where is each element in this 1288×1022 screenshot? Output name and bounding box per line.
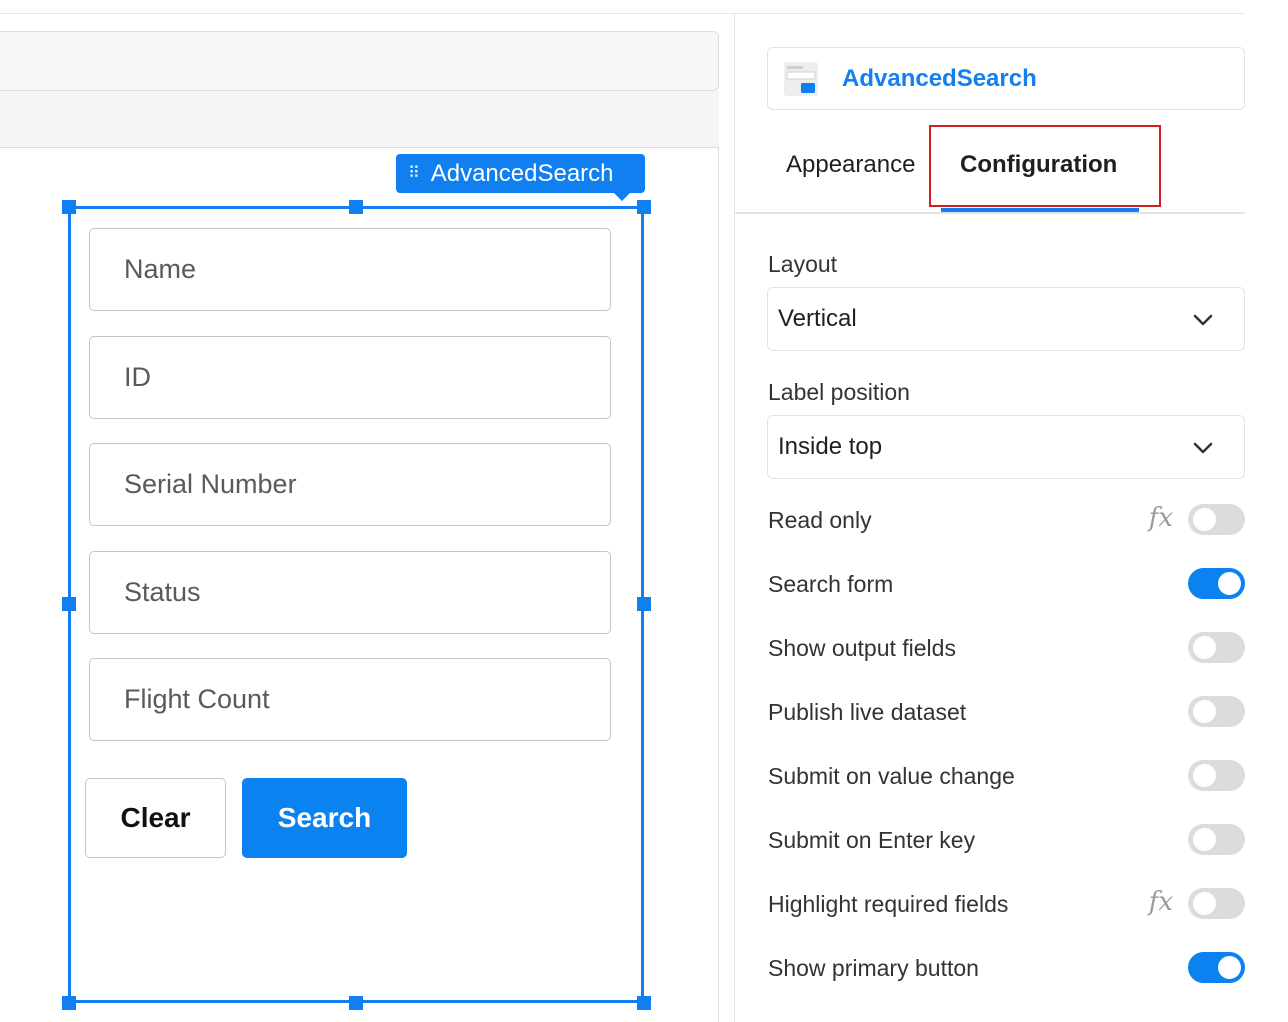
- option-highlight-required-fields: Highlight required fields fx: [768, 886, 1245, 922]
- label-position-select-value: Inside top: [778, 433, 883, 460]
- option-label: Show primary button: [768, 954, 979, 981]
- canvas-header-band: [0, 91, 719, 148]
- fx-formula-icon[interactable]: fx: [1149, 503, 1173, 533]
- resize-handle-left[interactable]: [62, 597, 76, 611]
- chevron-down-icon: [1193, 442, 1213, 454]
- option-publish-live-dataset: Publish live dataset: [768, 694, 1245, 730]
- option-label: Publish live dataset: [768, 698, 967, 725]
- status-field-placeholder: Status: [124, 577, 201, 607]
- option-label: Search form: [768, 570, 894, 597]
- resize-handle-bottom-right[interactable]: [637, 996, 651, 1010]
- submit-on-value-change-toggle[interactable]: [1188, 760, 1245, 791]
- widget-tag-label: AdvancedSearch: [430, 159, 614, 187]
- option-label: Read only: [768, 506, 872, 533]
- publish-live-dataset-toggle[interactable]: [1188, 696, 1245, 727]
- option-read-only: Read only fx: [768, 502, 1245, 538]
- toggle-knob: [1218, 572, 1241, 595]
- clear-button[interactable]: Clear: [85, 778, 226, 858]
- option-label: Show output fields: [768, 634, 956, 661]
- resize-handle-bottom[interactable]: [349, 996, 363, 1010]
- id-field[interactable]: ID: [89, 336, 611, 419]
- toggle-knob: [1218, 956, 1241, 979]
- chevron-down-icon: [1193, 314, 1213, 326]
- flight-count-field[interactable]: Flight Count: [89, 658, 611, 741]
- resize-handle-right[interactable]: [637, 597, 651, 611]
- option-show-primary-button: Show primary button: [768, 950, 1245, 986]
- option-submit-on-enter-key: Submit on Enter key: [768, 822, 1245, 858]
- label-position-select[interactable]: Inside top: [767, 415, 1245, 479]
- tabs-divider: [735, 212, 1245, 214]
- canvas-top-bar: [0, 31, 719, 91]
- drag-handle-icon[interactable]: ⠿: [408, 165, 420, 182]
- search-button[interactable]: Search: [242, 778, 407, 858]
- toggle-knob: [1193, 828, 1216, 851]
- submit-on-enter-key-toggle[interactable]: [1188, 824, 1245, 855]
- toggle-knob: [1193, 700, 1216, 723]
- status-field[interactable]: Status: [89, 551, 611, 634]
- toggle-knob: [1193, 508, 1216, 531]
- toggle-knob: [1193, 892, 1216, 915]
- layout-label: Layout: [768, 251, 838, 277]
- top-divider: [0, 13, 1245, 14]
- read-only-toggle[interactable]: [1188, 504, 1245, 535]
- resize-handle-top-right[interactable]: [637, 200, 651, 214]
- name-field-placeholder: Name: [124, 254, 197, 284]
- resize-handle-top[interactable]: [349, 200, 363, 214]
- resize-handle-top-left[interactable]: [62, 200, 76, 214]
- toggle-knob: [1193, 764, 1216, 787]
- serial-number-field[interactable]: Serial Number: [89, 443, 611, 526]
- widget-tag[interactable]: ⠿ AdvancedSearch: [396, 154, 645, 201]
- option-label: Submit on value change: [768, 762, 1015, 789]
- component-header: AdvancedSearch: [767, 47, 1245, 110]
- flight-count-field-placeholder: Flight Count: [124, 684, 270, 714]
- name-field[interactable]: Name: [89, 228, 611, 311]
- resize-handle-bottom-left[interactable]: [62, 996, 76, 1010]
- layout-select[interactable]: Vertical: [767, 287, 1245, 351]
- option-search-form: Search form: [768, 566, 1245, 602]
- tab-appearance[interactable]: Appearance: [786, 140, 915, 190]
- advanced-search-component-icon: [783, 61, 819, 97]
- tab-configuration[interactable]: Configuration: [960, 140, 1117, 190]
- app-root: ⠿ AdvancedSearch Name ID Serial Number S…: [0, 0, 1288, 1022]
- component-title: AdvancedSearch: [842, 64, 1037, 92]
- option-show-output-fields: Show output fields: [768, 630, 1245, 666]
- option-label: Highlight required fields: [768, 890, 1009, 917]
- id-field-placeholder: ID: [124, 362, 151, 392]
- label-position-label: Label position: [768, 379, 910, 405]
- search-form-toggle[interactable]: [1188, 568, 1245, 599]
- layout-select-value: Vertical: [778, 305, 857, 332]
- toggle-knob: [1193, 636, 1216, 659]
- highlight-required-fields-toggle[interactable]: [1188, 888, 1245, 919]
- panel-divider: [734, 14, 735, 1022]
- option-submit-on-value-change: Submit on value change: [768, 758, 1245, 794]
- show-output-fields-toggle[interactable]: [1188, 632, 1245, 663]
- option-label: Submit on Enter key: [768, 826, 976, 853]
- serial-number-field-placeholder: Serial Number: [124, 469, 297, 499]
- show-primary-button-toggle[interactable]: [1188, 952, 1245, 983]
- fx-formula-icon[interactable]: fx: [1149, 887, 1173, 917]
